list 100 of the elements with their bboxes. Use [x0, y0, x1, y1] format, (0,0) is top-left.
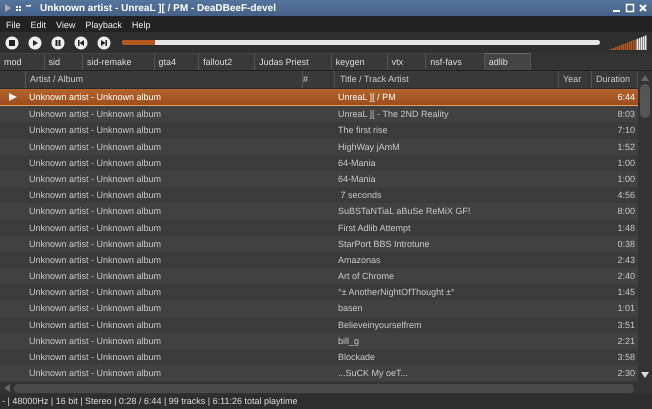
table-cell-text: bill_g [337, 334, 360, 348]
table-cell-text: Unknown artist - Unknown album [28, 351, 162, 364]
table-cell-text: Unknown artist - Unknown album [28, 172, 162, 186]
window-menu-icon[interactable] [4, 3, 34, 13]
table-cell-text: Unknown artist - Unknown album [28, 189, 162, 202]
playlist-tab[interactable]: fallout2 [199, 53, 256, 70]
track-row[interactable]: Unknown artist - Unknown album StarPort BBS Introtune 0:38 [0, 236, 638, 252]
stop-icon[interactable] [5, 36, 19, 50]
seek-bar[interactable] [122, 40, 600, 45]
playlist-tab[interactable]: adlib [484, 53, 531, 70]
maximize-icon[interactable] [625, 3, 635, 13]
menu-item[interactable]: File [6, 20, 21, 30]
table-cell-text: 7 seconds [340, 189, 383, 202]
menu-item[interactable]: Playback [85, 20, 122, 30]
window-title: Unknown artist - UnreaL ][ / PM - DeaDBeeF-devel [40, 2, 277, 14]
table-cell-text: ...SuCK My oeT... [337, 367, 410, 380]
pause-icon[interactable] [51, 36, 65, 50]
table-cell-text: Unknown artist - Unknown album [28, 302, 162, 316]
table-cell-text: 6:44 [616, 91, 636, 104]
playlist-tab[interactable]: keygen [332, 53, 388, 70]
table-cell-text: 1:48 [616, 222, 636, 234]
table-cell-text: Unknown artist - Unknown album [28, 286, 162, 300]
table-cell-text: The first rise [337, 124, 389, 138]
menu-item[interactable]: Edit [30, 20, 46, 30]
next-icon[interactable] [97, 36, 111, 50]
table-cell-text: Unknown artist - Unknown album [28, 140, 162, 154]
playlist-tab[interactable]: gta4 [154, 53, 200, 70]
table-cell-text: Believeinyourselfrem [337, 318, 423, 332]
table-cell-text: Amazonas [337, 254, 382, 267]
table-cell-text: UnreaL ][ - The 2ND Reality [337, 108, 450, 122]
playlist-tab[interactable]: Judas Priest [255, 53, 332, 70]
table-cell-text: 1:00 [616, 172, 636, 186]
table-cell-text: 1:52 [616, 140, 636, 154]
playlist-tab[interactable]: vtx [388, 53, 426, 70]
table-cell-text: 64-Mania [337, 172, 377, 186]
vertical-scrollbar[interactable] [638, 71, 652, 382]
table-cell-text: 1:00 [616, 156, 636, 170]
track-row[interactable]: Unknown artist - Unknown album Believeinyourselfrem 3:51 [0, 316, 638, 333]
playlist-tab[interactable]: nsf-favs [426, 53, 485, 70]
table-cell-text: Unknown artist - Unknown album [28, 367, 162, 380]
playlist-tab[interactable]: sid [44, 53, 84, 70]
horizontal-scrollbar[interactable] [0, 382, 652, 394]
table-cell-text: 8:03 [616, 108, 636, 122]
table-cell-text: Unknown artist - Unknown album [28, 205, 162, 218]
scroll-thumb[interactable] [14, 384, 634, 392]
track-row[interactable]: Unknown artist - Unknown album basen 1:01 [0, 300, 638, 317]
playlist-tab[interactable]: sid-remake [83, 53, 155, 70]
table-cell-text: 0:38 [616, 238, 636, 251]
table-cell-text: 1:01 [616, 302, 636, 316]
track-row[interactable]: Unknown artist - Unknown album HighWay jAmM 1:52 [0, 138, 638, 155]
volume-bar[interactable] [609, 35, 647, 50]
table-cell-text: Blockade [337, 351, 376, 364]
status-text: - | 48000Hz | 16 bit | Stereo | 0:28 / 6:44 | 99 tracks | 6:11:26 total playtime [2, 396, 298, 406]
column-header[interactable]: Title / Track Artist [335, 71, 559, 88]
track-row[interactable]: Unknown artist - Unknown album Art of Chrome 2:40 [0, 268, 638, 284]
table-cell-text: Unknown artist - Unknown album [28, 108, 162, 122]
table-cell-text: °± AnotherNightOfThought ±° [337, 286, 456, 300]
scroll-down-icon[interactable] [641, 372, 649, 378]
play-icon[interactable] [28, 36, 42, 50]
close-icon[interactable] [638, 3, 648, 13]
table-cell-text: Art of Chrome [337, 270, 396, 284]
table-cell-text: 8:00 [616, 205, 636, 218]
table-cell-text: Unknown artist - Unknown album [28, 238, 162, 251]
table-cell-text: basen [337, 302, 364, 316]
track-row[interactable]: Unknown artist - Unknown album ...SuCK My oeT... 2:30 [0, 365, 638, 382]
menu-item[interactable]: Help [132, 20, 150, 30]
menu-item[interactable]: View [56, 20, 76, 30]
table-cell-text: First Adlib Attempt [337, 222, 412, 235]
table-cell-text: 64-Mania [337, 156, 377, 170]
table-cell-text: Unknown artist - Unknown album [28, 318, 162, 332]
track-row[interactable]: Unknown artist - Unknown album UnreaL ][ / PM 6:44 [0, 89, 638, 106]
track-row[interactable]: Unknown artist - Unknown album 64-Mania 1:00 [0, 170, 638, 188]
table-cell-text: Unknown artist - Unknown album [28, 270, 162, 284]
column-header[interactable]: Artist / Album [26, 71, 303, 88]
table-cell-text: 1:45 [616, 286, 636, 300]
table-cell-text: StarPort BBS Introtune [337, 238, 431, 251]
table-cell-text: SuBSTaNTiaL aBuSe ReMiX GF! [337, 205, 472, 218]
table-cell-text: 2:40 [616, 270, 636, 284]
track-row[interactable]: Unknown artist - Unknown album UnreaL ][ - The 2ND Reality 8:03 [0, 106, 638, 122]
track-row[interactable]: Unknown artist - Unknown album First Adlib Attempt 1:48 [0, 220, 638, 236]
column-header[interactable]: # [303, 71, 335, 88]
table-cell-text: 2:21 [616, 334, 636, 348]
table-cell-text: Unknown artist - Unknown album [28, 254, 162, 267]
table-cell-text: Unknown artist - Unknown album [28, 222, 162, 234]
table-cell-text: Unknown artist - Unknown album [28, 334, 162, 348]
previous-icon[interactable] [74, 36, 88, 50]
table-cell-text: 3:58 [616, 351, 636, 364]
table-cell-text: Unknown artist - Unknown album [28, 156, 162, 170]
track-row[interactable]: Unknown artist - Unknown album bill_g 2:21 [0, 332, 638, 349]
scroll-thumb[interactable] [640, 84, 650, 118]
table-cell-text: UnreaL ][ / PM [337, 91, 397, 104]
track-row[interactable]: Unknown artist - Unknown album SuBSTaNTiaL aBuSe ReMiX GF! 8:00 [0, 203, 638, 220]
table-cell-text: 2:43 [616, 254, 636, 267]
table-cell-text: 2:30 [616, 367, 636, 380]
column-header[interactable]: Year [559, 71, 592, 88]
table-cell-text: HighWay jAmM [337, 140, 401, 154]
table-cell-text: 4:56 [616, 189, 636, 202]
table-cell-text: Unknown artist - Unknown album [28, 124, 162, 138]
playlist-tab[interactable]: mod [0, 53, 45, 70]
table-cell-text: 3:51 [616, 318, 636, 332]
